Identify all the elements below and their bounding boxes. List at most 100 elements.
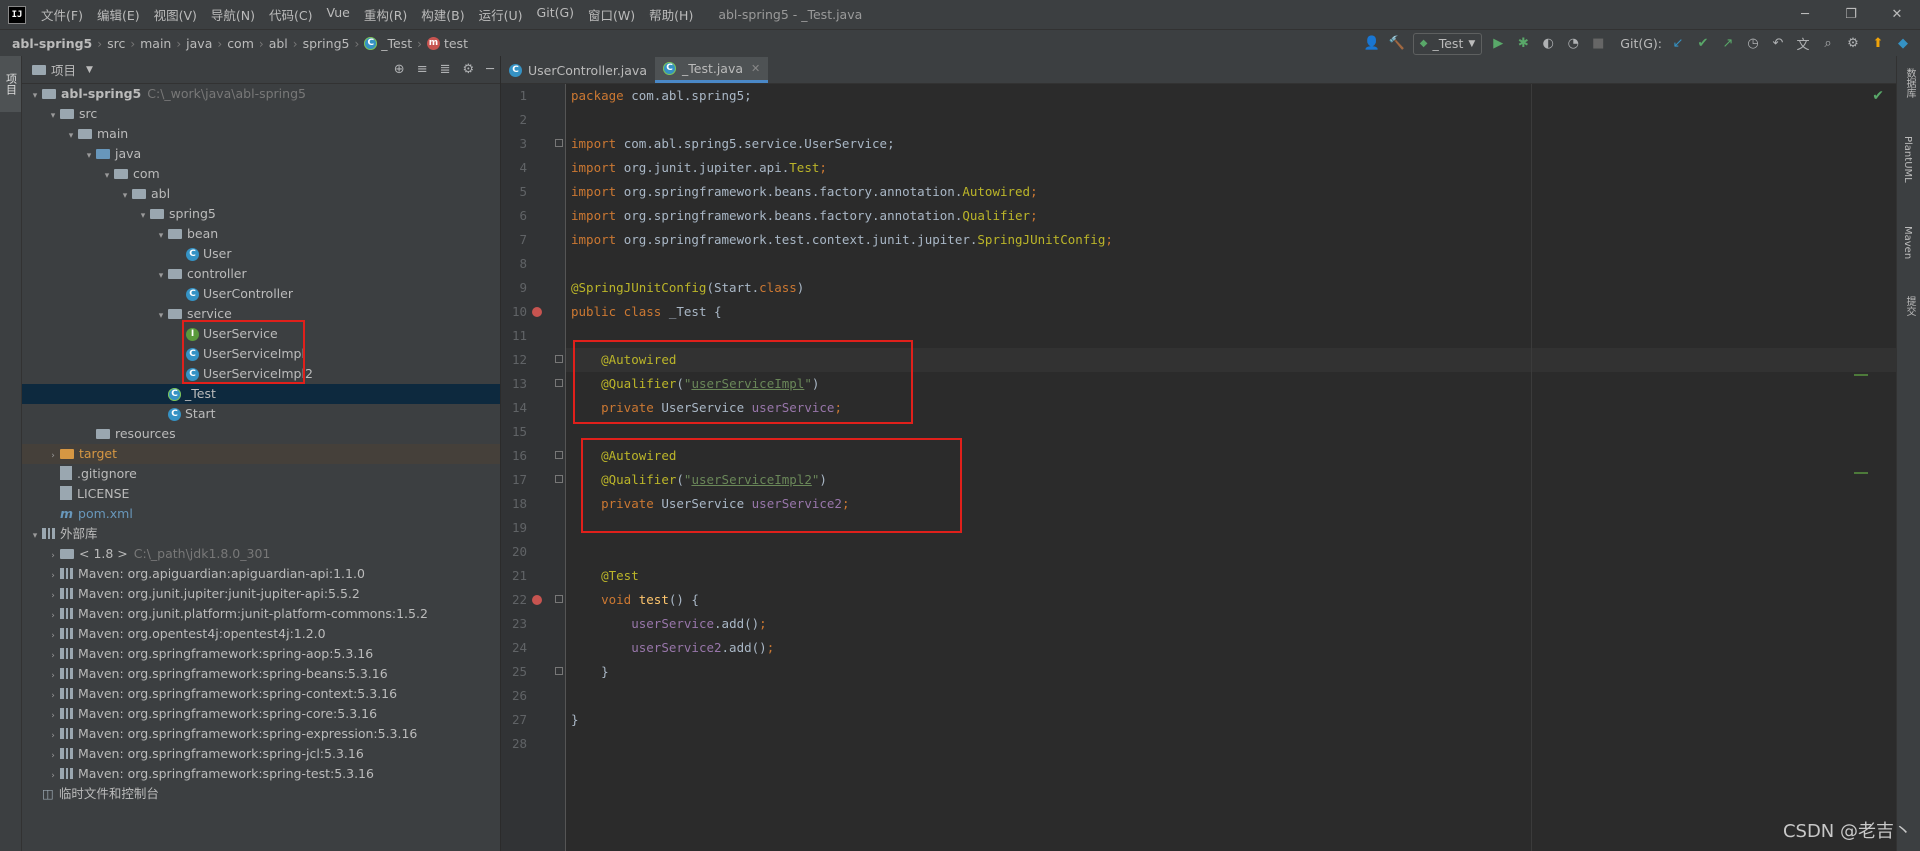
locate-icon[interactable]: ⊕ bbox=[394, 62, 405, 77]
coverage-icon[interactable]: ◐ bbox=[1539, 35, 1557, 53]
tree-node[interactable]: ▾ abl-spring5 C:\_work\java\abl-spring5 bbox=[22, 84, 500, 104]
code-line[interactable]: import org.springframework.beans.factory… bbox=[571, 204, 1038, 228]
fold-marker-icon[interactable] bbox=[555, 667, 563, 675]
tree-node[interactable]: ▾ bean bbox=[22, 224, 500, 244]
debug-icon[interactable]: ✱ bbox=[1514, 35, 1532, 53]
code-line[interactable]: package com.abl.spring5; bbox=[571, 84, 752, 108]
menu-item-0[interactable]: 文件(F) bbox=[34, 5, 90, 24]
chevron-right-icon[interactable]: › bbox=[46, 566, 60, 586]
search-icon[interactable]: ⌕ bbox=[1819, 35, 1837, 53]
code-line[interactable]: @Test bbox=[571, 564, 639, 588]
tree-node[interactable]: ▾ java bbox=[22, 144, 500, 164]
tree-node[interactable]: resources bbox=[22, 424, 500, 444]
menu-item-8[interactable]: 运行(U) bbox=[472, 5, 530, 24]
run-icon[interactable]: ▶ bbox=[1489, 35, 1507, 53]
tree-node[interactable]: › Maven: org.junit.platform:junit-platfor… bbox=[22, 604, 500, 624]
database-tool-tab[interactable]: 数据库 bbox=[1902, 68, 1917, 98]
breadcrumb-item[interactable]: java bbox=[186, 36, 212, 51]
chevron-down-icon[interactable]: ▾ bbox=[154, 226, 168, 246]
breadcrumb-item[interactable]: spring5 bbox=[303, 36, 350, 51]
chevron-right-icon[interactable]: › bbox=[46, 586, 60, 606]
chevron-down-icon[interactable]: ▾ bbox=[118, 186, 132, 206]
chevron-right-icon[interactable]: › bbox=[46, 606, 60, 626]
tree-node[interactable]: › Maven: org.springframework:spring-aop:5… bbox=[22, 644, 500, 664]
tree-node[interactable]: › Maven: org.opentest4j:opentest4j:1.2.0 bbox=[22, 624, 500, 644]
menu-item-6[interactable]: 重构(R) bbox=[357, 5, 414, 24]
code-line[interactable]: import org.junit.jupiter.api.Test; bbox=[571, 156, 827, 180]
menu-item-2[interactable]: 视图(V) bbox=[147, 5, 204, 24]
breadcrumb-item[interactable]: C _Test bbox=[364, 36, 412, 51]
stop-icon[interactable]: ■ bbox=[1589, 35, 1607, 53]
tree-node[interactable]: › target bbox=[22, 444, 500, 464]
close-window-button[interactable]: ✕ bbox=[1874, 0, 1920, 29]
chevron-right-icon[interactable]: › bbox=[46, 766, 60, 786]
tree-node[interactable]: .gitignore bbox=[22, 464, 500, 484]
tree-node[interactable]: LICENSE bbox=[22, 484, 500, 504]
run-test-gutter-icon[interactable] bbox=[532, 307, 542, 317]
project-panel-title[interactable]: 项目 bbox=[51, 60, 76, 79]
close-tab-icon[interactable]: ✕ bbox=[751, 62, 760, 75]
translate-icon[interactable]: 文 bbox=[1794, 35, 1812, 53]
expand-all-icon[interactable]: ≡ bbox=[417, 62, 428, 77]
code-line[interactable]: } bbox=[571, 660, 609, 684]
tree-node[interactable]: ▾ src bbox=[22, 104, 500, 124]
fold-marker-icon[interactable] bbox=[555, 139, 563, 147]
code-editor[interactable]: 1 2 3 4 5 6 7 8 9 10 11 12 13 14 15 16 17 18 19 20 21 22 23 24 2… bbox=[501, 84, 1896, 851]
tree-node[interactable]: › Maven: org.springframework:spring-jcl:5… bbox=[22, 744, 500, 764]
git-update-icon[interactable]: ↙ bbox=[1669, 35, 1687, 53]
menu-item-10[interactable]: 窗口(W) bbox=[581, 5, 642, 24]
commit-tool-tab[interactable]: 提交 bbox=[1902, 296, 1917, 316]
menu-item-9[interactable]: Git(G) bbox=[530, 5, 582, 24]
chevron-right-icon[interactable]: › bbox=[46, 726, 60, 746]
tree-node[interactable]: C UserController bbox=[22, 284, 500, 304]
tree-node[interactable]: ▾ main bbox=[22, 124, 500, 144]
code-line[interactable]: } bbox=[571, 708, 579, 732]
menu-item-7[interactable]: 构建(B) bbox=[414, 5, 471, 24]
tree-node[interactable]: › Maven: org.springframework:spring-core:… bbox=[22, 704, 500, 724]
breadcrumb-item[interactable]: m test bbox=[426, 36, 468, 51]
build-hammer-icon[interactable]: 🔨 bbox=[1388, 35, 1406, 53]
chevron-right-icon[interactable]: › bbox=[46, 446, 60, 466]
user-icon[interactable]: 👤 bbox=[1363, 35, 1381, 53]
rollback-icon[interactable]: ↶ bbox=[1769, 35, 1787, 53]
maximize-button[interactable]: ❐ bbox=[1828, 0, 1874, 29]
tree-node[interactable]: m pom.xml bbox=[22, 504, 500, 524]
run-test-gutter-icon[interactable] bbox=[532, 595, 542, 605]
code-line[interactable]: import org.springframework.test.context.… bbox=[571, 228, 1113, 252]
tree-node[interactable]: ▾ spring5 bbox=[22, 204, 500, 224]
code-line[interactable]: import org.springframework.beans.factory… bbox=[571, 180, 1038, 204]
fold-marker-icon[interactable] bbox=[555, 355, 563, 363]
tree-node[interactable]: C Start bbox=[22, 404, 500, 424]
chevron-right-icon[interactable]: › bbox=[46, 706, 60, 726]
chevron-down-icon[interactable]: ▼ bbox=[86, 65, 93, 75]
settings-icon[interactable]: ⚙ bbox=[1844, 35, 1862, 53]
project-tool-tab[interactable]: 项目 bbox=[0, 56, 21, 112]
tree-node[interactable]: › Maven: org.springframework:spring-beans… bbox=[22, 664, 500, 684]
chevron-down-icon[interactable]: ▾ bbox=[28, 86, 42, 106]
chevron-down-icon[interactable]: ▾ bbox=[82, 146, 96, 166]
history-icon[interactable]: ◷ bbox=[1744, 35, 1762, 53]
chevron-right-icon[interactable]: › bbox=[46, 646, 60, 666]
chevron-right-icon[interactable]: › bbox=[46, 626, 60, 646]
tree-node[interactable]: › < 1.8 > C:\_path\jdk1.8.0_301 bbox=[22, 544, 500, 564]
tree-node[interactable]: ▾ 外部库 bbox=[22, 524, 500, 544]
code-line[interactable]: import com.abl.spring5.service.UserServi… bbox=[571, 132, 895, 156]
tree-node[interactable]: › Maven: org.springframework:spring-test:… bbox=[22, 764, 500, 784]
fold-marker-icon[interactable] bbox=[555, 451, 563, 459]
chevron-right-icon[interactable]: › bbox=[46, 746, 60, 766]
tree-node[interactable]: C User bbox=[22, 244, 500, 264]
maven-tool-tab[interactable]: Maven bbox=[1902, 226, 1913, 259]
plugin-icon[interactable]: ◆ bbox=[1894, 35, 1912, 53]
chevron-right-icon[interactable]: › bbox=[46, 686, 60, 706]
fold-marker-icon[interactable] bbox=[555, 595, 563, 603]
tree-node[interactable]: › Maven: org.junit.jupiter:junit-jupiter-… bbox=[22, 584, 500, 604]
chevron-down-icon[interactable]: ▾ bbox=[64, 126, 78, 146]
tree-node[interactable]: ▾ com bbox=[22, 164, 500, 184]
git-commit-icon[interactable]: ✔ bbox=[1694, 35, 1712, 53]
editor-tab[interactable]: C UserController.java bbox=[501, 57, 655, 83]
code-line[interactable]: public class _Test { bbox=[571, 300, 722, 324]
breadcrumb-item[interactable]: src bbox=[107, 36, 125, 51]
tree-node[interactable]: ▾ controller bbox=[22, 264, 500, 284]
tree-node[interactable]: ◫ 临时文件和控制台 bbox=[22, 784, 500, 804]
breadcrumb-item[interactable]: main bbox=[140, 36, 171, 51]
